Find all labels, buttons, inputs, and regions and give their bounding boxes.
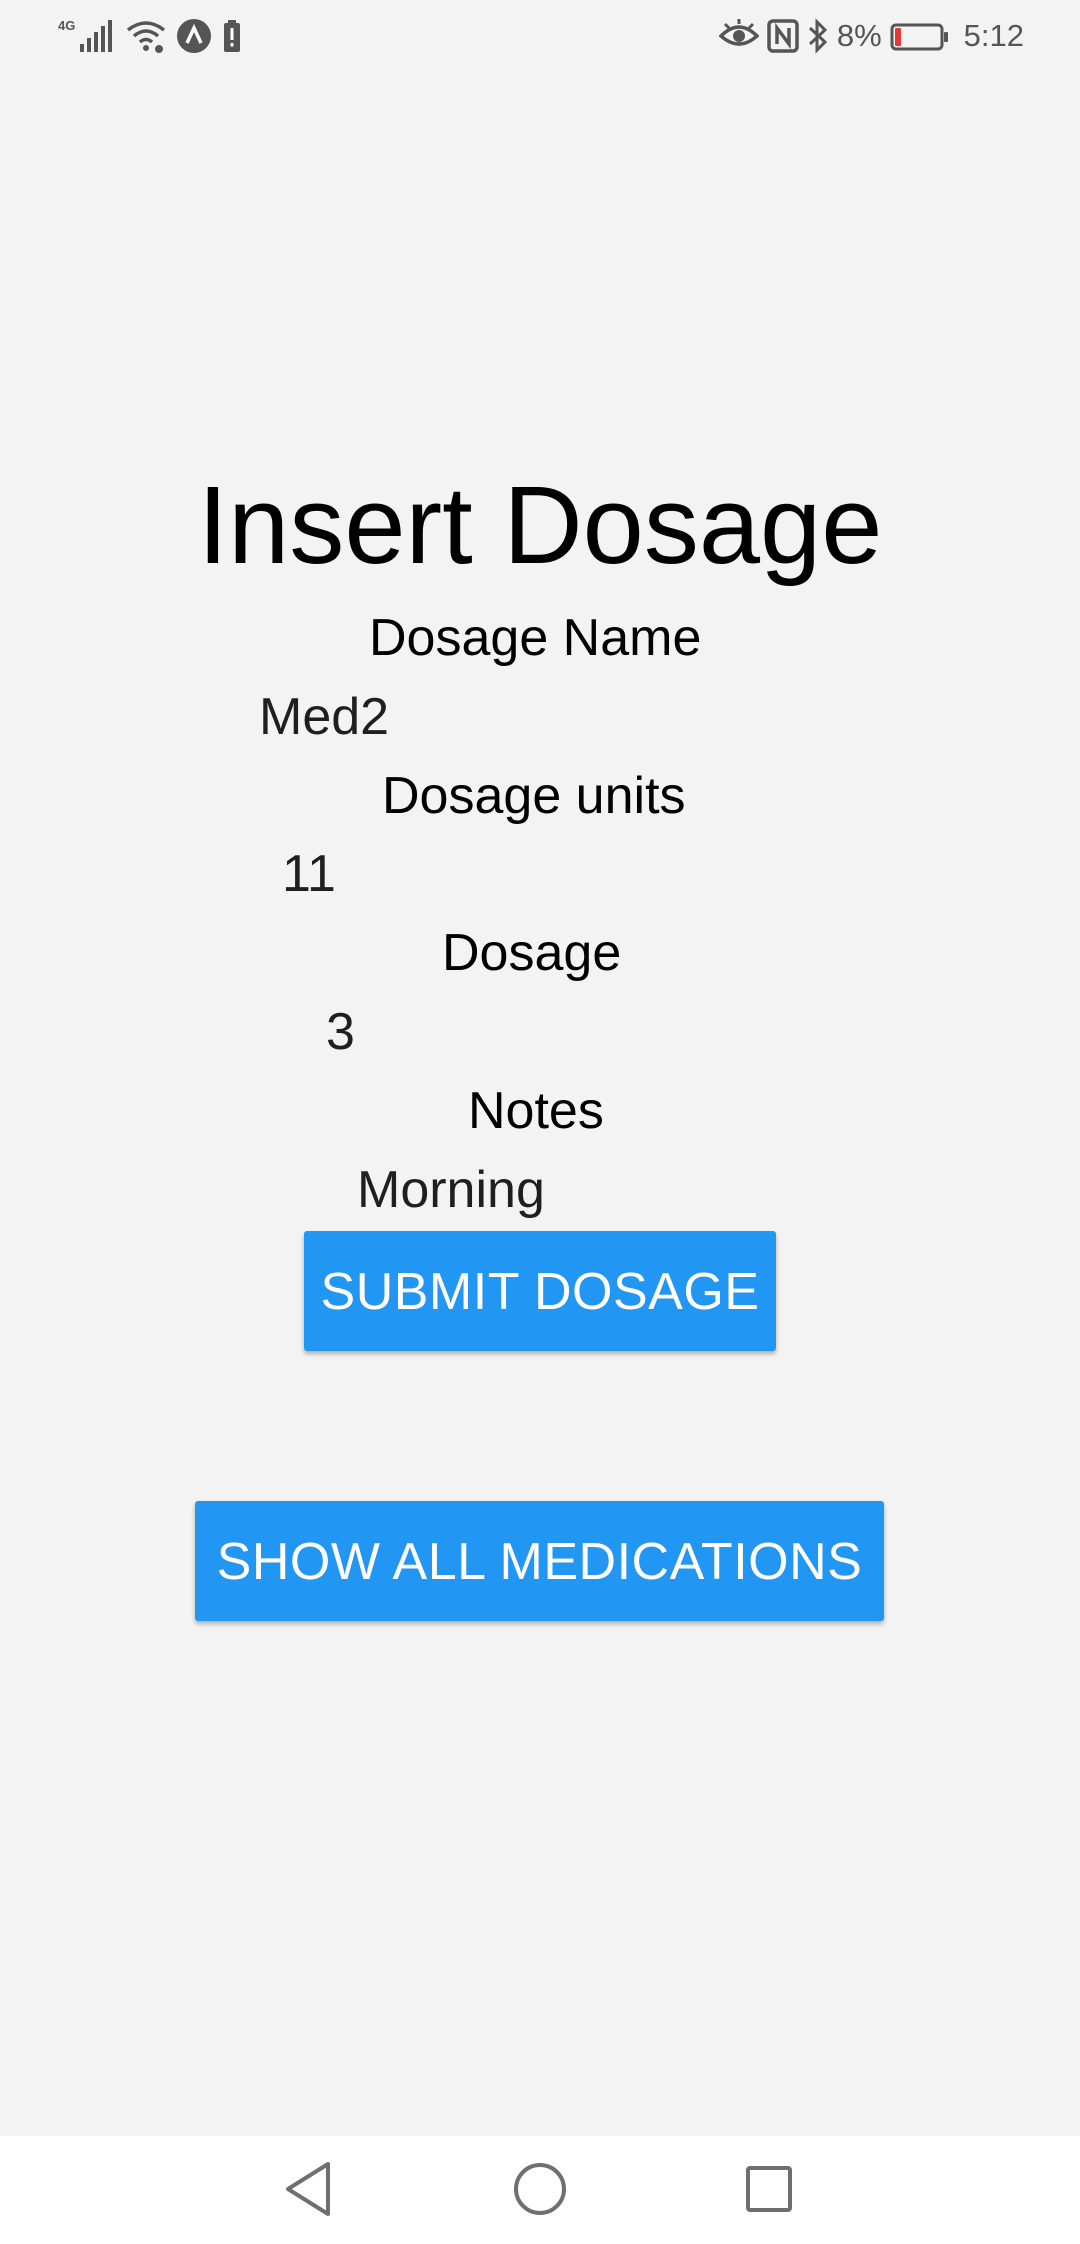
submit-dosage-button[interactable]: SUBMIT DOSAGE: [304, 1231, 776, 1351]
dosage-units-label: Dosage units: [382, 767, 686, 825]
battery-icon: [890, 18, 950, 54]
dosage-name-label: Dosage Name: [369, 609, 702, 667]
status-bar: 4G 8% 5:12: [0, 0, 1080, 72]
page-title: Insert Dosage: [197, 464, 883, 587]
signal-icon: 4G: [58, 18, 116, 54]
back-icon: [282, 2160, 336, 2223]
notes-input[interactable]: Morning: [357, 1158, 545, 1222]
status-left: 4G: [58, 16, 242, 56]
bluetooth-icon: [807, 18, 829, 54]
nfc-icon: [767, 18, 799, 54]
home-icon: [512, 2161, 568, 2222]
notes-label: Notes: [468, 1082, 604, 1140]
status-right: 8% 5:12: [718, 16, 1024, 56]
clock: 5:12: [963, 18, 1024, 53]
app-notification-icon: [176, 18, 212, 54]
eye-comfort-icon: [718, 18, 760, 54]
dosage-units-input[interactable]: 11: [282, 842, 336, 906]
dosage-label: Dosage: [442, 924, 622, 982]
dosage-name-input[interactable]: Med2: [259, 685, 389, 749]
navigation-bar: [0, 2136, 1080, 2244]
battery-percent: 8%: [836, 18, 882, 53]
show-all-medications-button[interactable]: SHOW ALL MEDICATIONS: [195, 1501, 884, 1621]
back-button[interactable]: [274, 2156, 344, 2226]
recents-icon: [744, 2164, 794, 2219]
dosage-input[interactable]: 3: [326, 1000, 355, 1064]
wifi-icon: [126, 18, 166, 54]
battery-alert-icon: [222, 18, 242, 54]
recents-button[interactable]: [734, 2156, 804, 2226]
home-button[interactable]: [505, 2156, 575, 2226]
